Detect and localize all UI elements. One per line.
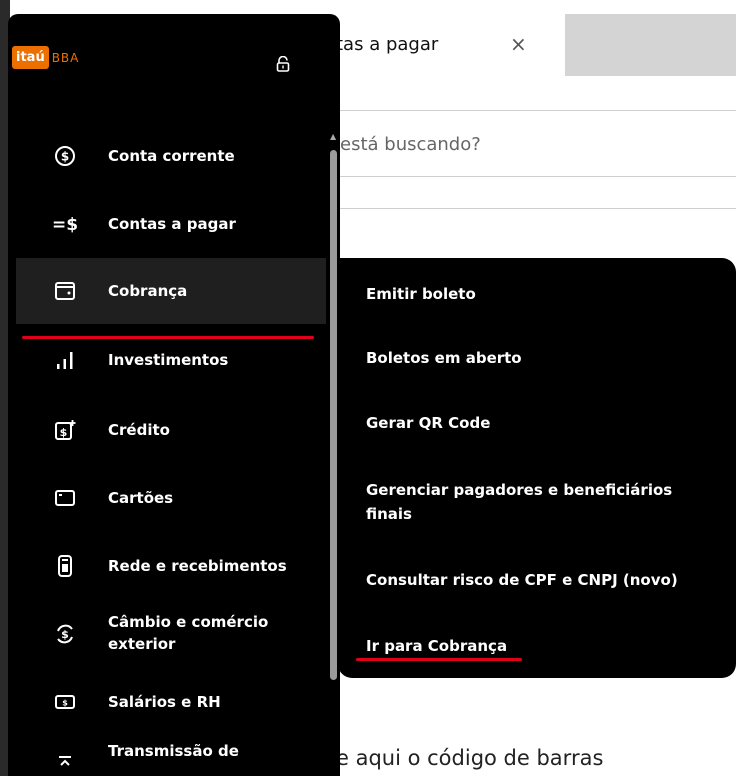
sidebar-item-transmissao[interactable]: Transmissão de — [16, 740, 326, 776]
svg-text:$: $ — [61, 150, 69, 164]
sidebar-item-label: Investimentos — [108, 351, 229, 369]
sidebar-item-rede-e-recebimentos[interactable]: Rede e recebimentos — [16, 548, 326, 584]
bar-chart-icon — [52, 347, 78, 373]
sidebar-item-label: Contas a pagar — [108, 215, 236, 233]
equals-dollar-icon: =$ — [52, 211, 78, 237]
close-icon[interactable]: × — [510, 32, 527, 56]
credit-dollar-icon: $ — [52, 417, 78, 443]
submenu-item-ir-para-cobranca[interactable]: Ir para Cobrança — [366, 634, 716, 658]
inactive-tab-area[interactable] — [565, 14, 736, 76]
submenu-item-boletos-em-aberto[interactable]: Boletos em aberto — [366, 346, 716, 370]
sidebar-item-credito[interactable]: $ Crédito — [16, 412, 326, 448]
lock-icon[interactable] — [276, 56, 290, 72]
svg-text:$: $ — [60, 426, 68, 439]
sidebar-item-contas-a-pagar[interactable]: =$ Contas a pagar — [16, 206, 326, 242]
submenu-cobranca: Emitir boleto Boletos em aberto Gerar QR… — [338, 258, 736, 678]
transmit-icon — [52, 748, 78, 774]
sidebar-item-label: Conta corrente — [108, 147, 235, 165]
submenu-item-gerenciar-pagadores[interactable]: Gerenciar pagadores e beneficiários fina… — [366, 478, 696, 526]
sidebar-item-label: Cartões — [108, 489, 174, 507]
pos-terminal-icon — [52, 553, 78, 579]
svg-text:$: $ — [62, 699, 68, 708]
sidebar-item-label: Crédito — [108, 421, 170, 439]
exchange-icon: $ — [52, 621, 78, 647]
logo-mark: itaú — [12, 46, 49, 69]
card-icon — [52, 485, 78, 511]
itau-bba-logo[interactable]: itaú BBA — [12, 46, 79, 69]
submenu-item-consultar-risco[interactable]: Consultar risco de CPF e CNPJ (novo) — [366, 568, 716, 592]
svg-text:=$: =$ — [52, 215, 78, 235]
sidebar-item-salarios-e-rh[interactable]: $ Salários e RH — [16, 684, 326, 720]
money-bill-icon: $ — [52, 689, 78, 715]
sidebar-item-label: Rede e recebimentos — [108, 557, 287, 575]
sidebar: itaú BBA $ Conta corrente =$ Contas a pa… — [8, 14, 340, 776]
scrollbar-thumb[interactable] — [330, 150, 337, 680]
sidebar-item-label: Salários e RH — [108, 693, 221, 711]
submenu-item-gerar-qr-code[interactable]: Gerar QR Code — [366, 411, 716, 435]
divider — [330, 208, 736, 209]
highlight-underline — [356, 658, 522, 661]
tab-label: tas a pagar — [336, 34, 439, 55]
divider — [330, 110, 736, 111]
barcode-hint: e aqui o código de barras — [336, 746, 604, 770]
highlight-underline — [22, 336, 314, 339]
sidebar-item-investimentos[interactable]: Investimentos — [16, 342, 326, 378]
logo-suffix: BBA — [51, 50, 80, 65]
sidebar-item-cambio[interactable]: $ Câmbio e comércio exterior — [16, 608, 326, 660]
divider — [330, 176, 736, 177]
dollar-circle-icon: $ — [52, 143, 78, 169]
sidebar-item-label: Cobrança — [108, 282, 188, 300]
sidebar-item-conta-corrente[interactable]: $ Conta corrente — [16, 138, 326, 174]
sidebar-item-label: Transmissão de — [108, 742, 239, 760]
wallet-icon — [52, 278, 78, 304]
search-input[interactable]: está buscando? — [340, 134, 481, 155]
submenu-item-emitir-boleto[interactable]: Emitir boleto — [366, 282, 716, 306]
sidebar-item-label: Câmbio e comércio exterior — [108, 613, 269, 653]
svg-text:$: $ — [61, 628, 69, 641]
sidebar-item-cobranca[interactable]: Cobrança — [16, 258, 326, 324]
sidebar-item-cartoes[interactable]: Cartões — [16, 480, 326, 516]
scroll-up-icon[interactable]: ▲ — [330, 132, 336, 141]
